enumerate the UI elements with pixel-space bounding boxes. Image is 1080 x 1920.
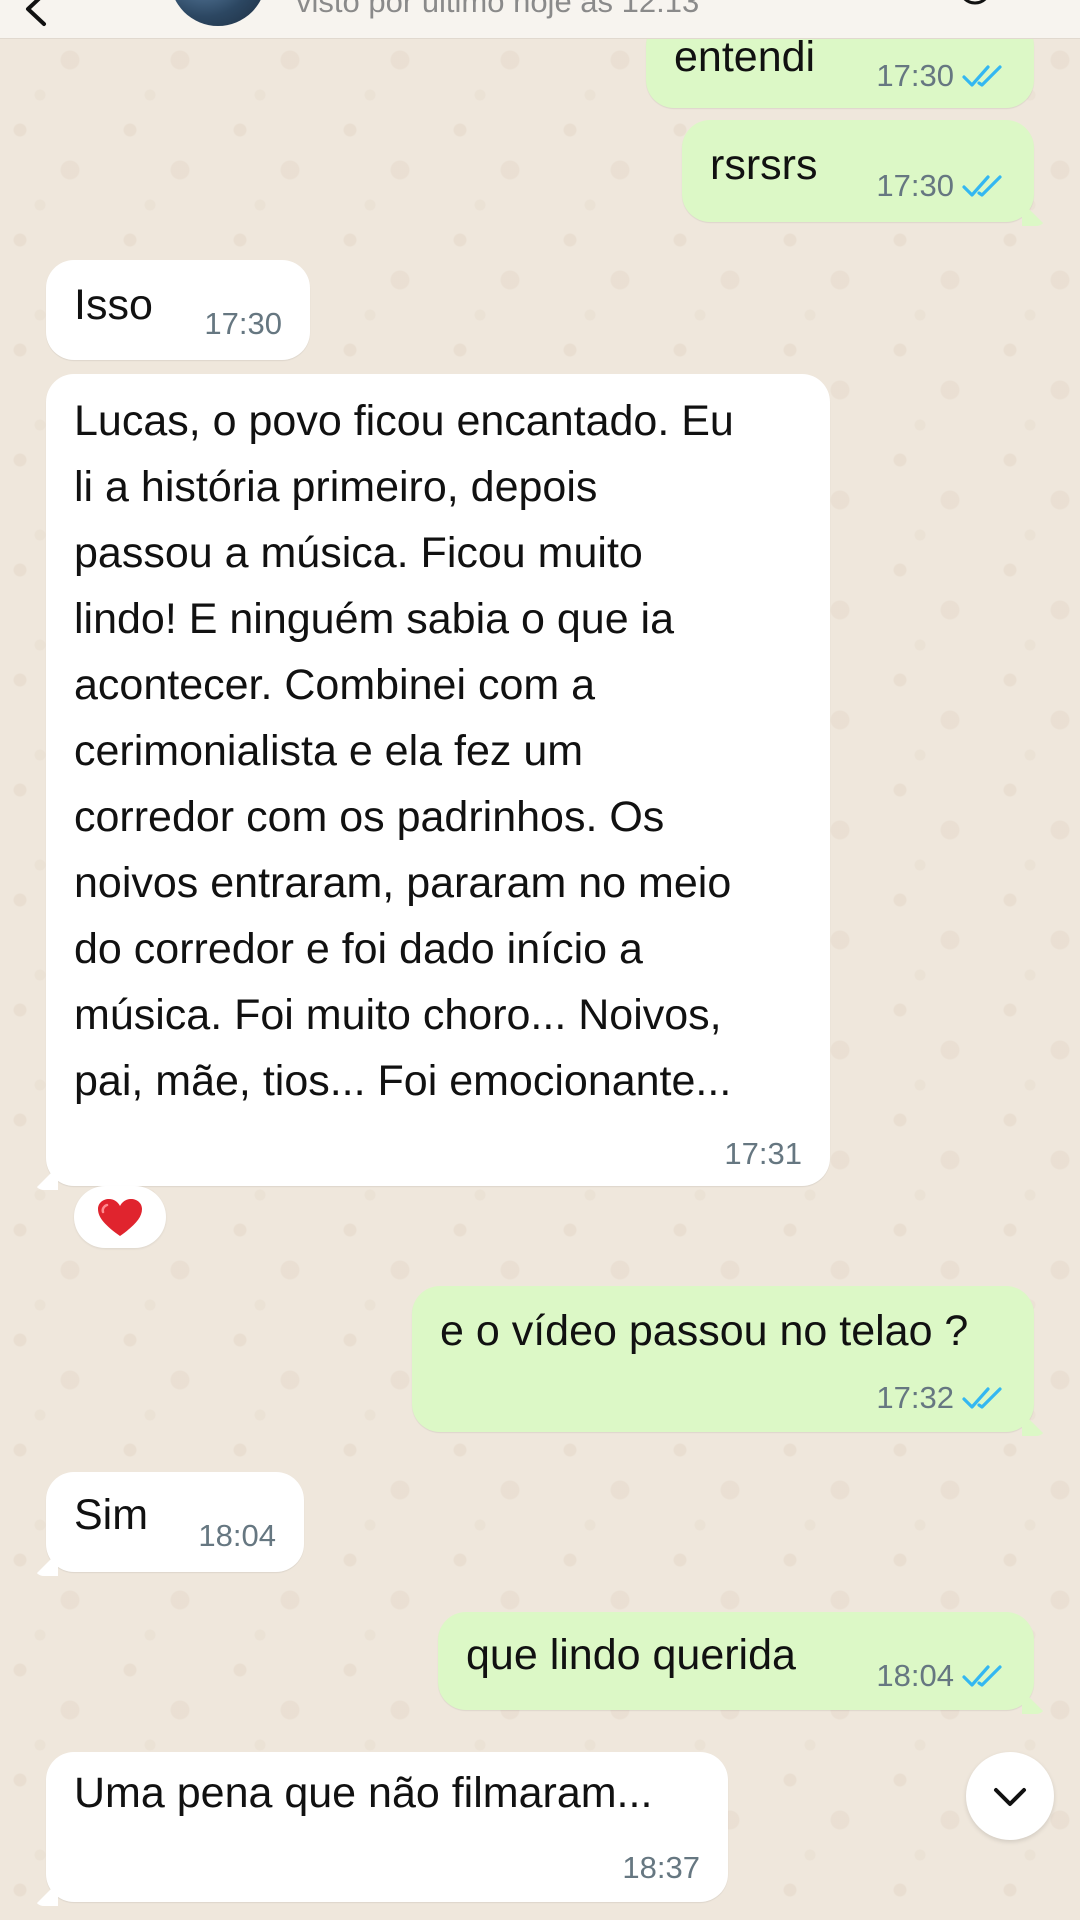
read-receipt-icon bbox=[962, 65, 1002, 87]
back-chevron-icon[interactable] bbox=[18, 0, 56, 28]
voice-call-icon[interactable] bbox=[955, 0, 995, 18]
contact-avatar[interactable] bbox=[170, 0, 266, 26]
message-text: Isso bbox=[74, 281, 153, 329]
outgoing-message-bubble[interactable]: que lindo querida 18:04 bbox=[438, 1612, 1046, 1714]
message-meta: 17:31 bbox=[724, 1136, 802, 1172]
message-meta: 17:30 bbox=[876, 168, 1006, 204]
outgoing-message-bubble[interactable]: e o vídeo passou no telao ? 17:32 bbox=[412, 1286, 1046, 1436]
outgoing-message-bubble[interactable]: rsrsrs 17:30 bbox=[682, 120, 1046, 226]
message-time: 18:04 bbox=[876, 1658, 954, 1693]
read-receipt-icon bbox=[962, 1665, 1002, 1687]
scroll-to-bottom-button[interactable] bbox=[966, 1752, 1054, 1840]
message-reaction[interactable] bbox=[74, 1186, 166, 1248]
message-text: Uma pena que não filmaram... bbox=[74, 1769, 653, 1817]
read-receipt-icon bbox=[962, 175, 1002, 197]
message-time: 18:04 bbox=[198, 1518, 276, 1553]
message-text: e o vídeo passou no telao ? bbox=[440, 1307, 969, 1355]
message-text: rsrsrs bbox=[710, 141, 818, 189]
message-meta: 18:37 bbox=[622, 1850, 700, 1886]
message-time: 17:30 bbox=[204, 306, 282, 341]
last-seen-status: visto por último hoje às 12:13 bbox=[296, 0, 700, 19]
message-time: 17:30 bbox=[876, 168, 954, 203]
message-time: 17:31 bbox=[724, 1136, 802, 1171]
heart-icon bbox=[98, 1199, 142, 1236]
message-time: 18:37 bbox=[622, 1850, 700, 1885]
message-text: Sim bbox=[74, 1491, 149, 1539]
message-meta: 18:04 bbox=[876, 1658, 1006, 1694]
read-receipt-icon bbox=[962, 1387, 1002, 1409]
message-meta: 17:30 bbox=[876, 58, 1006, 94]
message-time: 17:32 bbox=[876, 1380, 954, 1415]
incoming-message-bubble[interactable]: Lucas, o povo ficou encantado. Eu li a h… bbox=[34, 374, 830, 1190]
video-call-icon[interactable] bbox=[810, 0, 850, 16]
message-text: que lindo querida bbox=[466, 1631, 796, 1679]
message-time: 17:30 bbox=[876, 58, 954, 93]
chat-header: visto por último hoje às 12:13 bbox=[0, 0, 1080, 39]
chevron-down-icon bbox=[994, 1788, 1026, 1806]
message-meta: 18:04 bbox=[198, 1518, 276, 1554]
incoming-message-bubble[interactable]: Sim 18:04 bbox=[34, 1472, 304, 1576]
incoming-message-bubble[interactable]: Uma pena que não filmaram... 18:37 bbox=[34, 1752, 728, 1906]
message-meta: 17:30 bbox=[204, 306, 282, 342]
incoming-message-bubble[interactable]: Isso 17:30 bbox=[46, 260, 310, 360]
message-meta: 17:32 bbox=[876, 1380, 1006, 1416]
message-text: Lucas, o povo ficou encantado. Eu li a h… bbox=[74, 397, 734, 1105]
